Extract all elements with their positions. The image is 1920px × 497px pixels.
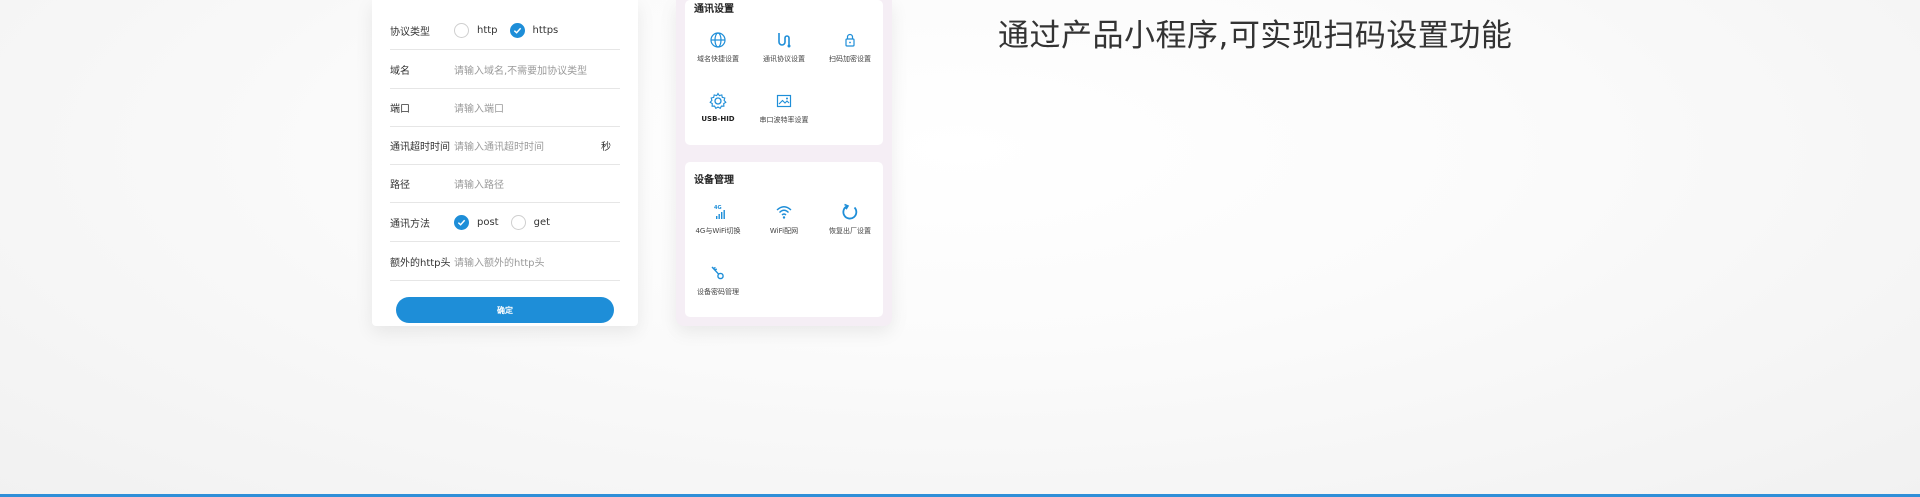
device-mgmt-title: 设备管理 <box>694 175 734 186</box>
protocol-label: 协议类型 <box>390 26 430 38</box>
path-label: 路径 <box>390 179 410 191</box>
check-icon <box>457 219 466 226</box>
radio-http-label: http <box>477 24 498 36</box>
port-label: 端口 <box>390 103 410 115</box>
reset-icon <box>842 203 858 220</box>
radio-get-label: get <box>533 216 551 228</box>
grid-item-label: 串口波特率设置 <box>759 116 809 124</box>
path-row: 路径 请输入路径 <box>390 164 620 203</box>
timeout-input[interactable]: 请输入通讯超时时间 <box>454 138 544 153</box>
headline-text: 通过产品小程序,可实现扫码设置功能 <box>998 18 1513 54</box>
method-radio-group: post get <box>454 214 562 230</box>
timeout-label: 通讯超时时间 <box>390 141 450 153</box>
path-input[interactable]: 请输入路径 <box>454 176 504 191</box>
method-label: 通讯方法 <box>390 218 430 230</box>
port-row: 端口 请输入端口 <box>390 88 620 127</box>
check-icon <box>513 27 521 34</box>
globe-icon <box>710 32 726 48</box>
radio-get[interactable] <box>510 214 526 230</box>
key-icon <box>711 266 724 280</box>
timeout-row: 通讯超时时间 请输入通讯超时时间 秒 <box>390 126 620 165</box>
grid-item-label: 域名快捷设置 <box>697 55 739 63</box>
network-form-panel: 协议类型 http https 域名 请输入域名,不需要加协议类型 端口 请输入… <box>372 0 638 326</box>
wifi-icon <box>776 206 792 219</box>
grid-item-label: 4G与WiFi切换 <box>695 227 741 235</box>
timeout-unit: 秒 <box>601 141 611 153</box>
confirm-button[interactable]: 确定 <box>396 297 614 323</box>
grid-item-comm-protocol[interactable]: 通讯协议设置 <box>751 30 817 64</box>
grid-item-wifi-config[interactable]: WiFi配网 <box>751 202 817 236</box>
protocol-radio-group: http https <box>454 22 570 38</box>
lock-icon <box>845 33 855 47</box>
protocol-icon <box>778 33 791 48</box>
domain-label: 域名 <box>390 65 410 77</box>
device-mgmt-card: 设备管理 4G 4G与WiFi切换 WiFi配网 恢复出厂设置 设备密码管理 <box>685 162 883 317</box>
grid-item-label: 扫码加密设置 <box>829 55 871 63</box>
comm-settings-title: 通讯设置 <box>694 4 734 15</box>
image-icon <box>776 94 792 108</box>
grid-item-device-password[interactable]: 设备密码管理 <box>685 263 751 297</box>
grid-item-baud-rate[interactable]: 串口波特率设置 <box>751 91 817 125</box>
svg-text:4G: 4G <box>714 205 722 211</box>
domain-input[interactable]: 请输入域名,不需要加协议类型 <box>454 62 587 77</box>
grid-item-label: 通讯协议设置 <box>763 55 805 63</box>
grid-item-label: WiFi配网 <box>769 227 799 235</box>
header-label: 额外的http头 <box>390 257 451 269</box>
gear-icon <box>709 92 727 110</box>
grid-item-domain-shortcut[interactable]: 域名快捷设置 <box>685 30 751 64</box>
grid-item-label: USB-HID <box>701 115 735 123</box>
signal-4g-icon: 4G <box>714 205 725 219</box>
radio-post-label: post <box>477 216 499 228</box>
grid-item-label: 恢复出厂设置 <box>829 227 871 235</box>
header-row: 额外的http头 请输入额外的http头 <box>390 242 620 281</box>
header-input[interactable]: 请输入额外的http头 <box>454 254 545 269</box>
comm-settings-card: 通讯设置 域名快捷设置 通讯协议设置 扫码加密设置 USB-HID 串口波特率设… <box>685 0 883 145</box>
protocol-row: 协议类型 http https <box>390 11 620 50</box>
radio-https[interactable] <box>509 22 525 38</box>
grid-item-4g-wifi-switch[interactable]: 4G 4G与WiFi切换 <box>685 202 751 236</box>
grid-item-scan-encrypt[interactable]: 扫码加密设置 <box>817 30 883 64</box>
domain-row: 域名 请输入域名,不需要加协议类型 <box>390 50 620 89</box>
radio-post[interactable] <box>454 214 469 230</box>
grid-item-usb-hid[interactable]: USB-HID <box>685 91 751 123</box>
grid-item-factory-reset[interactable]: 恢复出厂设置 <box>817 202 883 236</box>
method-row: 通讯方法 post get <box>390 203 620 242</box>
grid-item-label: 设备密码管理 <box>697 288 739 296</box>
settings-panel: 通讯设置 域名快捷设置 通讯协议设置 扫码加密设置 USB-HID 串口波特率设… <box>676 0 892 326</box>
radio-https-label: https <box>532 24 559 36</box>
radio-http[interactable] <box>454 22 469 38</box>
port-input[interactable]: 请输入端口 <box>454 100 504 115</box>
